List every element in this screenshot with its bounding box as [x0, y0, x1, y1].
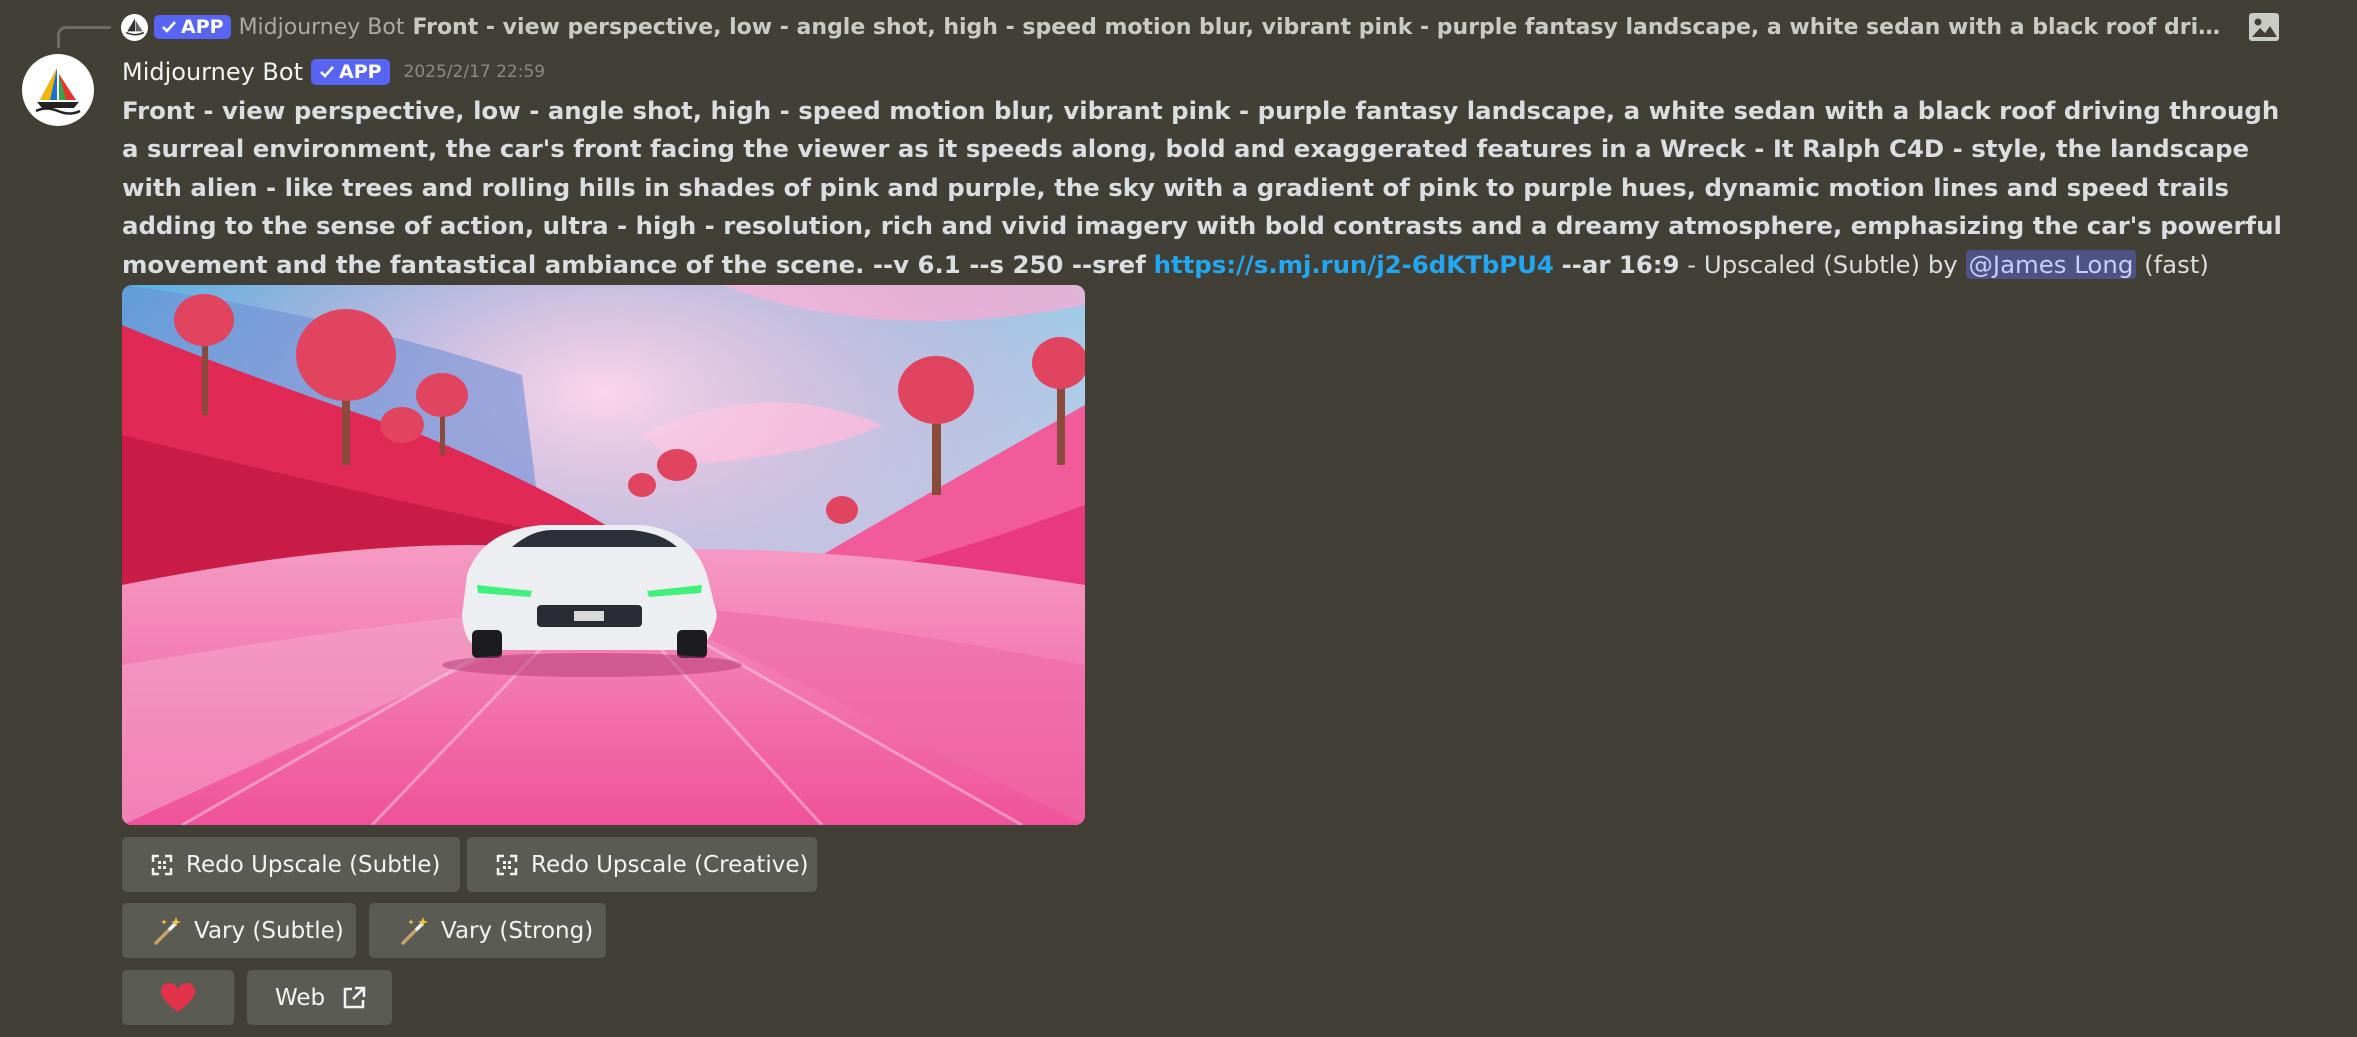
author-avatar[interactable]: [22, 54, 94, 126]
heart-icon: [161, 982, 195, 1012]
user-mention[interactable]: @James Long: [1965, 249, 2137, 279]
sailboat-logo-icon: [35, 68, 81, 115]
web-link-label: Web: [275, 984, 326, 1011]
checkmark-icon: [320, 66, 334, 78]
message-content: Front - view perspective, low - angle sh…: [122, 92, 2287, 284]
redo-upscale-creative-label: Redo Upscale (Creative): [531, 851, 809, 878]
vary-strong-label: Vary (Strong): [441, 917, 594, 944]
web-link-button[interactable]: Web: [247, 970, 392, 1025]
speed-mode-text: (fast): [2144, 249, 2209, 279]
author-name[interactable]: Midjourney Bot: [122, 58, 303, 86]
reply-preview[interactable]: APP Midjourney Bot Front - view perspect…: [121, 9, 2281, 45]
magic-wand-icon: [401, 916, 428, 945]
redo-upscale-subtle-label: Redo Upscale (Subtle): [186, 851, 441, 878]
app-badge: APP: [310, 59, 390, 85]
reply-app-badge: APP: [154, 15, 231, 39]
redo-upscale-subtle-button[interactable]: Redo Upscale (Subtle): [122, 837, 460, 892]
reply-snippet[interactable]: Front - view perspective, low - angle sh…: [412, 15, 2231, 40]
favorite-button[interactable]: [122, 970, 234, 1025]
sref-link[interactable]: https://s.mj.run/j2-6dKTbPU4: [1154, 250, 1554, 279]
message-header: Midjourney Bot APP 2025/2/17 22:59: [122, 55, 545, 89]
redo-upscale-creative-button[interactable]: Redo Upscale (Creative): [467, 837, 817, 892]
vary-strong-button[interactable]: Vary (Strong): [369, 903, 606, 958]
message-timestamp[interactable]: 2025/2/17 22:59: [404, 62, 546, 82]
reply-avatar[interactable]: [121, 13, 148, 41]
vary-subtle-label: Vary (Subtle): [194, 917, 344, 944]
sailboat-logo-icon: [125, 18, 144, 36]
fantasy-landscape-car-image: [122, 285, 1085, 825]
reply-author-name[interactable]: Midjourney Bot: [239, 15, 405, 40]
reply-connector-line: [57, 26, 111, 48]
external-link-icon: [343, 986, 366, 1008]
reply-app-badge-label: APP: [181, 16, 224, 38]
app-badge-label: APP: [338, 61, 382, 83]
magic-wand-icon: [154, 916, 181, 945]
generated-image[interactable]: [122, 285, 1085, 825]
vary-subtle-button[interactable]: Vary (Subtle): [122, 903, 356, 958]
params-text: --ar 16:9: [1561, 249, 1680, 279]
upscale-status-text: - Upscaled (Subtle) by: [1687, 249, 1958, 279]
image-icon: [2249, 13, 2279, 41]
expand-icon: [496, 854, 518, 875]
checkmark-icon: [162, 21, 176, 33]
expand-icon: [151, 854, 173, 875]
